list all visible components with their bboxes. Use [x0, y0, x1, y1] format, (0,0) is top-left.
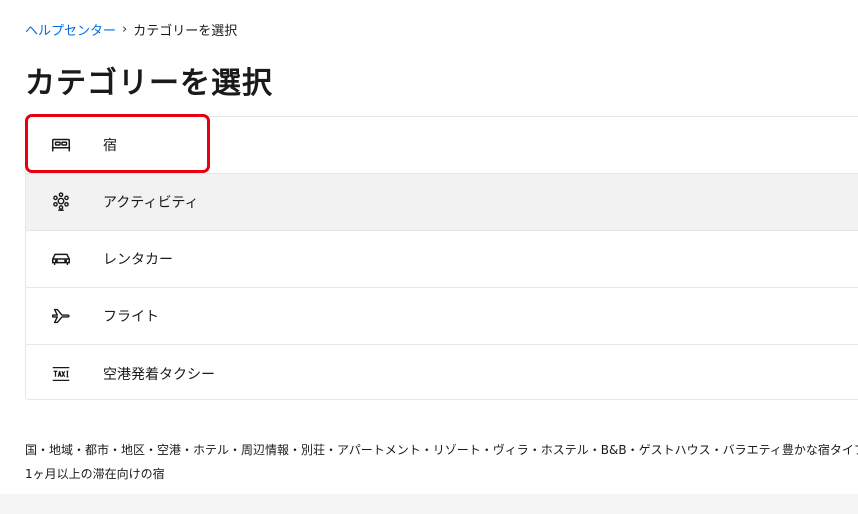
- breadcrumb: ヘルプセンター › カテゴリーを選択: [25, 20, 237, 39]
- taxi-icon: [49, 362, 73, 386]
- attractions-icon: [49, 190, 73, 214]
- breadcrumb-current: カテゴリーを選択: [133, 24, 238, 39]
- category-label: レンタカー: [103, 252, 173, 268]
- category-item-activities[interactable]: アクティビティ: [26, 174, 858, 231]
- category-label: 宿: [103, 138, 117, 154]
- chevron-right-icon: ›: [122, 22, 128, 37]
- category-item-flights[interactable]: フライト: [26, 288, 858, 345]
- category-label: 空港発着タクシー: [103, 366, 215, 383]
- category-description-secondary: 1ヶ月以上の滞在向けの宿: [25, 467, 165, 481]
- car-icon: [49, 247, 73, 271]
- footer-band: [0, 494, 858, 514]
- category-item-airport-taxi[interactable]: 空港発着タクシー: [26, 345, 858, 402]
- category-label: フライト: [103, 309, 159, 325]
- category-description: 国・地域・都市・地区・空港・ホテル・周辺情報・別荘・アパートメント・リゾート・ヴ…: [25, 443, 858, 457]
- category-list: 宿 アクティビティ レンタカー フライト 空港発着タクシー: [25, 116, 858, 400]
- category-item-car-rental[interactable]: レンタカー: [26, 231, 858, 288]
- category-item-stays[interactable]: 宿: [26, 117, 858, 174]
- page-title: カテゴリーを選択: [25, 66, 273, 101]
- category-label: アクティビティ: [103, 195, 199, 211]
- airplane-icon: [49, 304, 73, 328]
- bed-icon: [49, 133, 73, 157]
- breadcrumb-help-center-link[interactable]: ヘルプセンター: [25, 20, 116, 39]
